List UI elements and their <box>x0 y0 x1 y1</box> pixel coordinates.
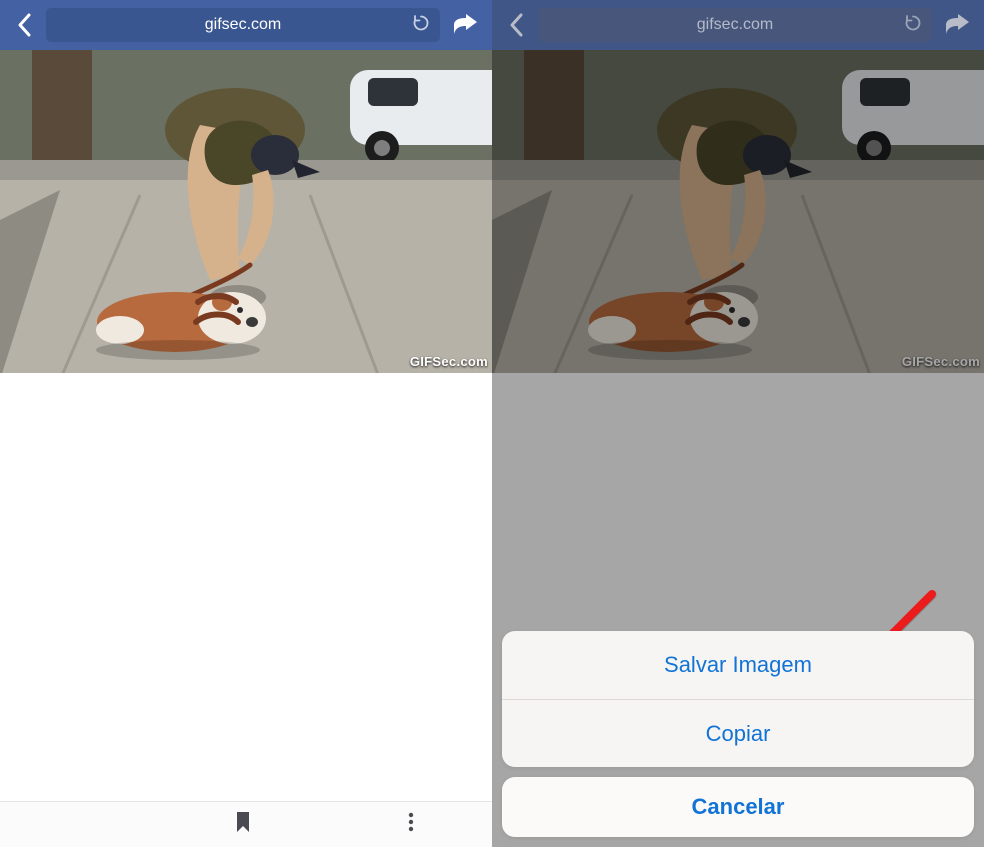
share-arrow-icon <box>944 14 970 36</box>
share-button[interactable] <box>448 5 482 45</box>
reload-button[interactable] <box>904 14 922 37</box>
copy-label: Copiar <box>706 721 771 747</box>
copy-option[interactable]: Copiar <box>502 699 974 767</box>
cancel-label: Cancelar <box>692 794 785 820</box>
cancel-button[interactable]: Cancelar <box>502 777 974 837</box>
reload-button[interactable] <box>412 14 430 37</box>
address-url: gifsec.com <box>205 16 281 34</box>
page-content: GIFSec.com Salvar Imagem Copiar Cancelar <box>492 50 984 847</box>
action-sheet-options: Salvar Imagem Copiar <box>502 631 974 767</box>
image-watermark: GIFSec.com <box>410 354 488 369</box>
save-image-label: Salvar Imagem <box>664 652 812 678</box>
menu-button[interactable] <box>408 811 414 838</box>
scene-illustration <box>0 50 492 373</box>
bookmark-button[interactable] <box>235 811 251 838</box>
share-arrow-icon <box>452 14 478 36</box>
reload-icon <box>412 14 430 32</box>
share-button[interactable] <box>940 5 974 45</box>
left-screenshot: gifsec.com <box>0 0 492 847</box>
browser-topbar: gifsec.com <box>0 0 492 50</box>
chevron-left-icon <box>509 13 523 37</box>
right-screenshot: gifsec.com <box>492 0 984 847</box>
back-button[interactable] <box>502 5 530 45</box>
address-url: gifsec.com <box>697 16 773 34</box>
browser-topbar: gifsec.com <box>492 0 984 50</box>
address-bar[interactable]: gifsec.com <box>46 8 440 42</box>
page-content: GIFSec.com <box>0 50 492 801</box>
kebab-menu-icon <box>408 811 414 833</box>
chevron-left-icon <box>17 13 31 37</box>
gif-image[interactable]: GIFSec.com <box>0 50 492 373</box>
browser-bottombar <box>0 801 492 847</box>
back-button[interactable] <box>10 5 38 45</box>
reload-icon <box>904 14 922 32</box>
address-bar[interactable]: gifsec.com <box>538 8 932 42</box>
save-image-option[interactable]: Salvar Imagem <box>502 631 974 699</box>
action-sheet: Salvar Imagem Copiar Cancelar <box>502 631 974 837</box>
bookmark-icon <box>235 811 251 833</box>
